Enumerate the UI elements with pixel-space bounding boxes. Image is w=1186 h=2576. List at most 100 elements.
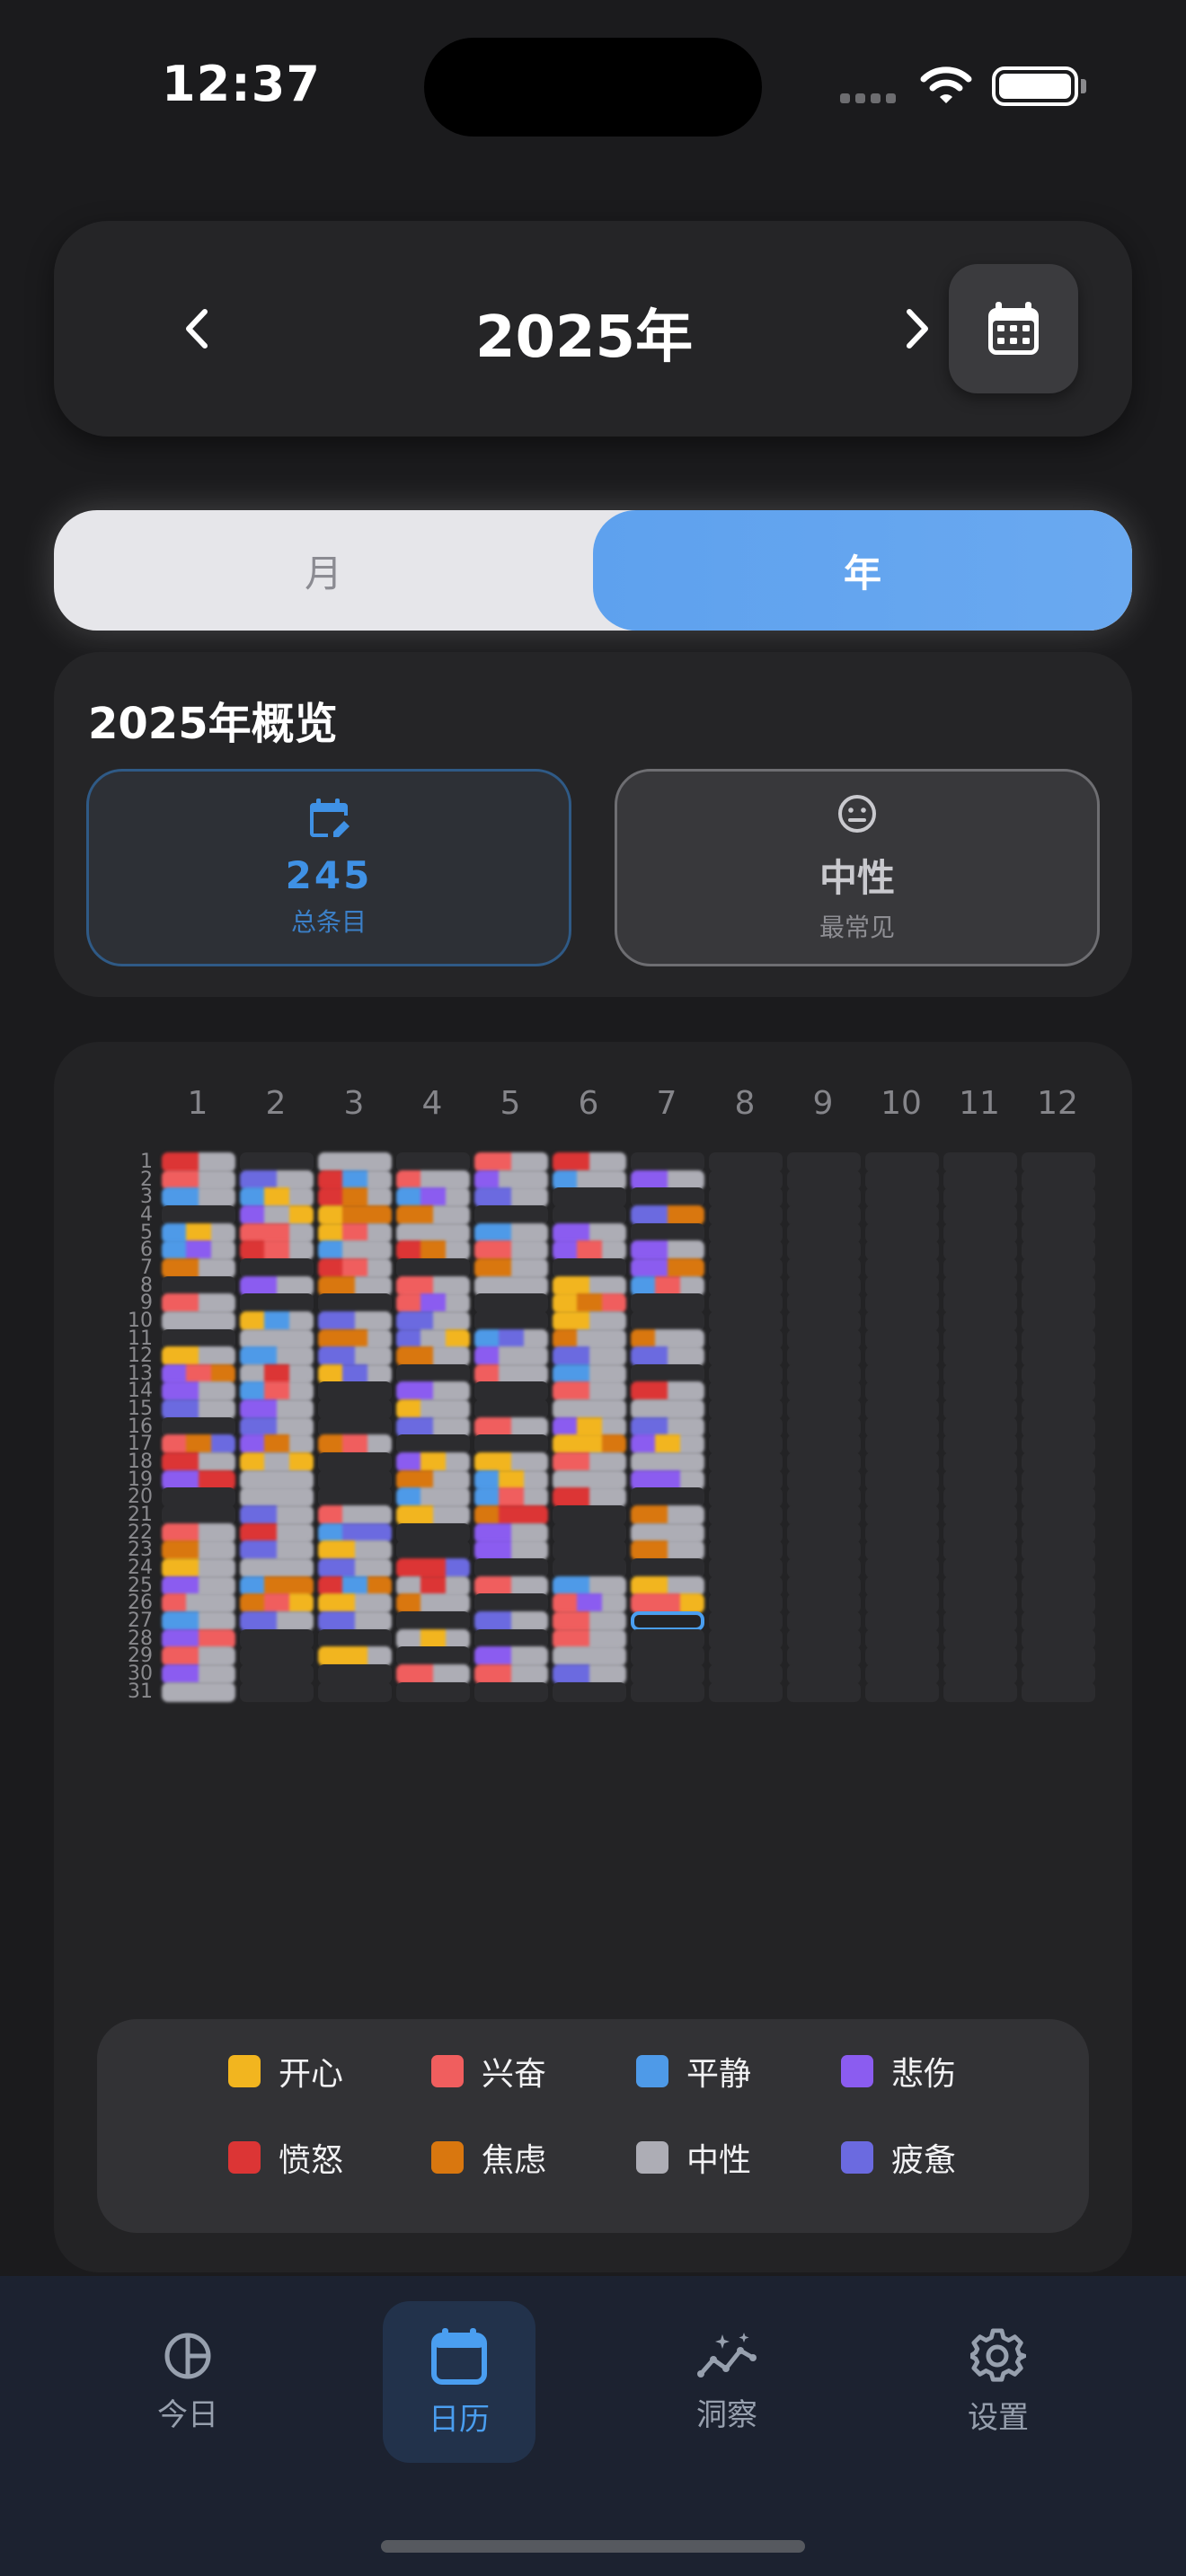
heatmap-cell[interactable] [240, 1646, 314, 1667]
heatmap-cell[interactable] [1022, 1540, 1095, 1561]
heatmap-cell[interactable] [1022, 1240, 1095, 1261]
heatmap-cell[interactable] [553, 1452, 626, 1473]
heatmap-cell[interactable] [240, 1610, 314, 1631]
heatmap-cell[interactable] [865, 1204, 939, 1225]
heatmap-cell[interactable] [1022, 1399, 1095, 1420]
heatmap-cell[interactable] [240, 1204, 314, 1225]
heatmap-cell[interactable] [865, 1310, 939, 1331]
heatmap-cell[interactable] [709, 1505, 783, 1525]
heatmap-cell[interactable] [1022, 1310, 1095, 1331]
heatmap-cell[interactable] [709, 1610, 783, 1631]
heatmap-cell[interactable] [631, 1610, 704, 1631]
heatmap-cell[interactable] [553, 1293, 626, 1314]
heatmap-cell[interactable] [162, 1310, 235, 1331]
heatmap-cell[interactable] [318, 1452, 392, 1473]
heatmap-cell[interactable] [631, 1187, 704, 1208]
heatmap-cell[interactable] [318, 1681, 392, 1702]
heatmap-cell[interactable] [631, 1646, 704, 1667]
tab-year-view[interactable]: 年 [593, 510, 1132, 631]
heatmap-cell[interactable] [162, 1346, 235, 1367]
heatmap-cell[interactable] [943, 1610, 1017, 1631]
heatmap-cell[interactable] [162, 1593, 235, 1614]
heatmap-cell[interactable] [318, 1346, 392, 1367]
heatmap-cell[interactable] [318, 1257, 392, 1278]
heatmap-cell[interactable] [396, 1681, 470, 1702]
heatmap-cell[interactable] [787, 1346, 861, 1367]
heatmap-cell[interactable] [787, 1310, 861, 1331]
heatmap-cell[interactable] [553, 1646, 626, 1667]
heatmap-cell[interactable] [396, 1452, 470, 1473]
heatmap-cell[interactable] [240, 1452, 314, 1473]
heatmap-cell[interactable] [553, 1663, 626, 1684]
heatmap-cell[interactable] [1022, 1452, 1095, 1473]
calendar-picker-button[interactable] [949, 264, 1078, 393]
heatmap-cell[interactable] [318, 1593, 392, 1614]
heatmap-cell[interactable] [318, 1663, 392, 1684]
heatmap-cell[interactable] [396, 1346, 470, 1367]
heatmap-cell[interactable] [631, 1540, 704, 1561]
heatmap-cell[interactable] [709, 1663, 783, 1684]
heatmap-cell[interactable] [631, 1452, 704, 1473]
heatmap-cell[interactable] [474, 1346, 548, 1367]
heatmap-cell[interactable] [1022, 1505, 1095, 1525]
heatmap-cell[interactable] [318, 1240, 392, 1261]
tab-month-view[interactable]: 月 [54, 510, 593, 631]
heatmap-cell[interactable] [1022, 1646, 1095, 1667]
heatmap-cell[interactable] [709, 1540, 783, 1561]
heatmap-cell[interactable] [553, 1187, 626, 1208]
heatmap-cell[interactable] [474, 1187, 548, 1208]
heatmap-cell[interactable] [631, 1557, 704, 1578]
heatmap-cell[interactable] [631, 1152, 704, 1172]
heatmap-cell[interactable] [1022, 1557, 1095, 1578]
heatmap-cell[interactable] [474, 1593, 548, 1614]
heatmap-cell[interactable] [631, 1240, 704, 1261]
heatmap-cell[interactable] [943, 1187, 1017, 1208]
heatmap-cell[interactable] [474, 1204, 548, 1225]
heatmap-cell[interactable] [240, 1540, 314, 1561]
heatmap-cell[interactable] [240, 1346, 314, 1367]
heatmap-cell[interactable] [318, 1152, 392, 1172]
heatmap-cell[interactable] [396, 1204, 470, 1225]
heatmap-cell[interactable] [787, 1452, 861, 1473]
heatmap-cell[interactable] [162, 1187, 235, 1208]
heatmap-cell[interactable] [1022, 1593, 1095, 1614]
tab-today[interactable]: 今日 [111, 2301, 264, 2463]
heatmap-cell[interactable] [787, 1610, 861, 1631]
heatmap-cell[interactable] [943, 1346, 1017, 1367]
heatmap-cell[interactable] [1022, 1204, 1095, 1225]
heatmap-cell[interactable] [943, 1663, 1017, 1684]
heatmap-cell[interactable] [162, 1505, 235, 1525]
heatmap-cell[interactable] [240, 1557, 314, 1578]
heatmap-cell[interactable] [318, 1540, 392, 1561]
heatmap-cell[interactable] [162, 1152, 235, 1172]
heatmap-cell[interactable] [396, 1310, 470, 1331]
heatmap-cell[interactable] [396, 1187, 470, 1208]
heatmap-cell[interactable] [240, 1240, 314, 1261]
heatmap-cell[interactable] [865, 1663, 939, 1684]
heatmap-cell[interactable] [1022, 1293, 1095, 1314]
heatmap-cell[interactable] [787, 1663, 861, 1684]
heatmap-cell[interactable] [474, 1557, 548, 1578]
heatmap-cell[interactable] [553, 1593, 626, 1614]
heatmap-cell[interactable] [553, 1681, 626, 1702]
heatmap-cell[interactable] [631, 1663, 704, 1684]
heatmap-cell[interactable] [553, 1505, 626, 1525]
heatmap-cell[interactable] [396, 1540, 470, 1561]
heatmap-cell[interactable] [396, 1505, 470, 1525]
heatmap-cell[interactable] [787, 1681, 861, 1702]
heatmap-cell[interactable] [162, 1204, 235, 1225]
heatmap-cell[interactable] [631, 1505, 704, 1525]
heatmap-cell[interactable] [787, 1505, 861, 1525]
heatmap-cell[interactable] [943, 1540, 1017, 1561]
heatmap-cell[interactable] [865, 1452, 939, 1473]
heatmap-cell[interactable] [553, 1310, 626, 1331]
heatmap-cell[interactable] [396, 1399, 470, 1420]
heatmap-cell[interactable] [943, 1399, 1017, 1420]
heatmap-cell[interactable] [1022, 1610, 1095, 1631]
heatmap-cell[interactable] [787, 1240, 861, 1261]
heatmap-cell[interactable] [474, 1663, 548, 1684]
heatmap-cell[interactable] [396, 1257, 470, 1278]
heatmap-cell[interactable] [787, 1293, 861, 1314]
heatmap-cell[interactable] [1022, 1257, 1095, 1278]
heatmap-cell[interactable] [709, 1346, 783, 1367]
